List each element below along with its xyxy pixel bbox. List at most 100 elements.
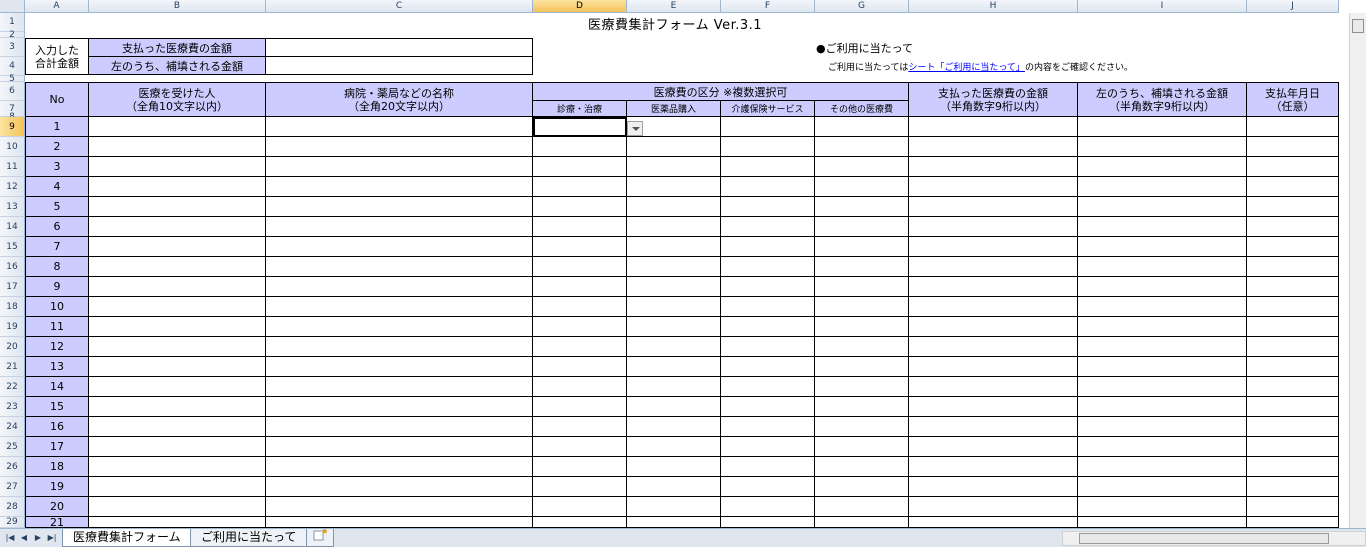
- cell-other[interactable]: [815, 357, 909, 377]
- cell-date[interactable]: [1247, 117, 1339, 137]
- cell-care[interactable]: [721, 237, 815, 257]
- cell-hospital[interactable]: [266, 437, 533, 457]
- cell-medicine[interactable]: [627, 317, 721, 337]
- cell-treatment[interactable]: [533, 177, 627, 197]
- column-header-a[interactable]: A: [25, 0, 89, 13]
- row-header-26[interactable]: 26: [0, 457, 25, 477]
- cell-care[interactable]: [721, 337, 815, 357]
- cell-paid[interactable]: [909, 497, 1078, 517]
- cell-reimbursed[interactable]: [1078, 237, 1247, 257]
- cell-paid[interactable]: [909, 177, 1078, 197]
- cell-date[interactable]: [1247, 397, 1339, 417]
- row-header-9[interactable]: 9: [0, 117, 25, 137]
- cell-paid[interactable]: [909, 357, 1078, 377]
- vertical-scroll-thumb[interactable]: [1352, 19, 1364, 33]
- cell-other[interactable]: [815, 257, 909, 277]
- cell-recipient[interactable]: [89, 217, 266, 237]
- summary-reimbursed-total[interactable]: [266, 57, 533, 75]
- cell-recipient[interactable]: [89, 157, 266, 177]
- cell-recipient[interactable]: [89, 257, 266, 277]
- cell-medicine[interactable]: [627, 417, 721, 437]
- cell-hospital[interactable]: [266, 317, 533, 337]
- cell-treatment[interactable]: [533, 357, 627, 377]
- cell-care[interactable]: [721, 157, 815, 177]
- cell-date[interactable]: [1247, 217, 1339, 237]
- cell-care[interactable]: [721, 437, 815, 457]
- horizontal-scrollbar[interactable]: [1062, 531, 1366, 546]
- cell-hospital[interactable]: [266, 357, 533, 377]
- cell-treatment[interactable]: [533, 497, 627, 517]
- cell-care[interactable]: [721, 397, 815, 417]
- cell-recipient[interactable]: [89, 477, 266, 497]
- cell-hospital[interactable]: [266, 337, 533, 357]
- cell-recipient[interactable]: [89, 297, 266, 317]
- cell-treatment[interactable]: [533, 437, 627, 457]
- cell-other[interactable]: [815, 217, 909, 237]
- cell-paid[interactable]: [909, 457, 1078, 477]
- cell-reimbursed[interactable]: [1078, 157, 1247, 177]
- cell-date[interactable]: [1247, 237, 1339, 257]
- cell-reimbursed[interactable]: [1078, 297, 1247, 317]
- cell-care[interactable]: [721, 217, 815, 237]
- cell-recipient[interactable]: [89, 417, 266, 437]
- cell-treatment[interactable]: [533, 397, 627, 417]
- cell-hospital[interactable]: [266, 177, 533, 197]
- cell-hospital[interactable]: [266, 197, 533, 217]
- cell-other[interactable]: [815, 177, 909, 197]
- row-header-16[interactable]: 16: [0, 257, 25, 277]
- cell-medicine[interactable]: [627, 157, 721, 177]
- column-header-e[interactable]: E: [627, 0, 721, 13]
- cell-reimbursed[interactable]: [1078, 477, 1247, 497]
- cell-recipient[interactable]: [89, 377, 266, 397]
- cell-hospital[interactable]: [266, 497, 533, 517]
- cell-hospital[interactable]: [266, 157, 533, 177]
- cell-other[interactable]: [815, 337, 909, 357]
- cell-treatment[interactable]: [533, 137, 627, 157]
- cell-recipient[interactable]: [89, 317, 266, 337]
- vertical-scrollbar[interactable]: [1349, 13, 1366, 528]
- row-header-10[interactable]: 10: [0, 137, 25, 157]
- cell-reimbursed[interactable]: [1078, 377, 1247, 397]
- cell-other[interactable]: [815, 277, 909, 297]
- cell-care[interactable]: [721, 497, 815, 517]
- cell-medicine[interactable]: [627, 257, 721, 277]
- cell-other[interactable]: [815, 457, 909, 477]
- row-header-28[interactable]: 28: [0, 497, 25, 517]
- cell-care[interactable]: [721, 477, 815, 497]
- column-header-i[interactable]: I: [1078, 0, 1247, 13]
- cell-hospital[interactable]: [266, 477, 533, 497]
- cell-treatment[interactable]: [533, 157, 627, 177]
- cell-hospital[interactable]: [266, 457, 533, 477]
- cell-treatment[interactable]: [533, 217, 627, 237]
- cell-reimbursed[interactable]: [1078, 437, 1247, 457]
- cell-treatment[interactable]: [533, 297, 627, 317]
- cell-reimbursed[interactable]: [1078, 197, 1247, 217]
- cell-other[interactable]: [815, 197, 909, 217]
- cell-date[interactable]: [1247, 517, 1339, 528]
- column-header-g[interactable]: G: [815, 0, 909, 13]
- cell-medicine[interactable]: [627, 197, 721, 217]
- row-header-18[interactable]: 18: [0, 297, 25, 317]
- cell-paid[interactable]: [909, 397, 1078, 417]
- cell-date[interactable]: [1247, 457, 1339, 477]
- row-header-25[interactable]: 25: [0, 437, 25, 457]
- cell-other[interactable]: [815, 237, 909, 257]
- cell-reimbursed[interactable]: [1078, 417, 1247, 437]
- next-sheet-icon[interactable]: ▶: [32, 531, 44, 545]
- cell-date[interactable]: [1247, 297, 1339, 317]
- cell-paid[interactable]: [909, 117, 1078, 137]
- cell-treatment[interactable]: [533, 317, 627, 337]
- cell-paid[interactable]: [909, 197, 1078, 217]
- cell-care[interactable]: [721, 457, 815, 477]
- column-header-c[interactable]: C: [266, 0, 533, 13]
- cell-date[interactable]: [1247, 157, 1339, 177]
- cell-hospital[interactable]: [266, 257, 533, 277]
- cell-care[interactable]: [721, 317, 815, 337]
- cell-other[interactable]: [815, 317, 909, 337]
- row-header-11[interactable]: 11: [0, 157, 25, 177]
- cell-recipient[interactable]: [89, 237, 266, 257]
- row-header-19[interactable]: 19: [0, 317, 25, 337]
- cell-hospital[interactable]: [266, 237, 533, 257]
- cell-hospital[interactable]: [266, 397, 533, 417]
- row-header-3[interactable]: 3: [0, 38, 25, 57]
